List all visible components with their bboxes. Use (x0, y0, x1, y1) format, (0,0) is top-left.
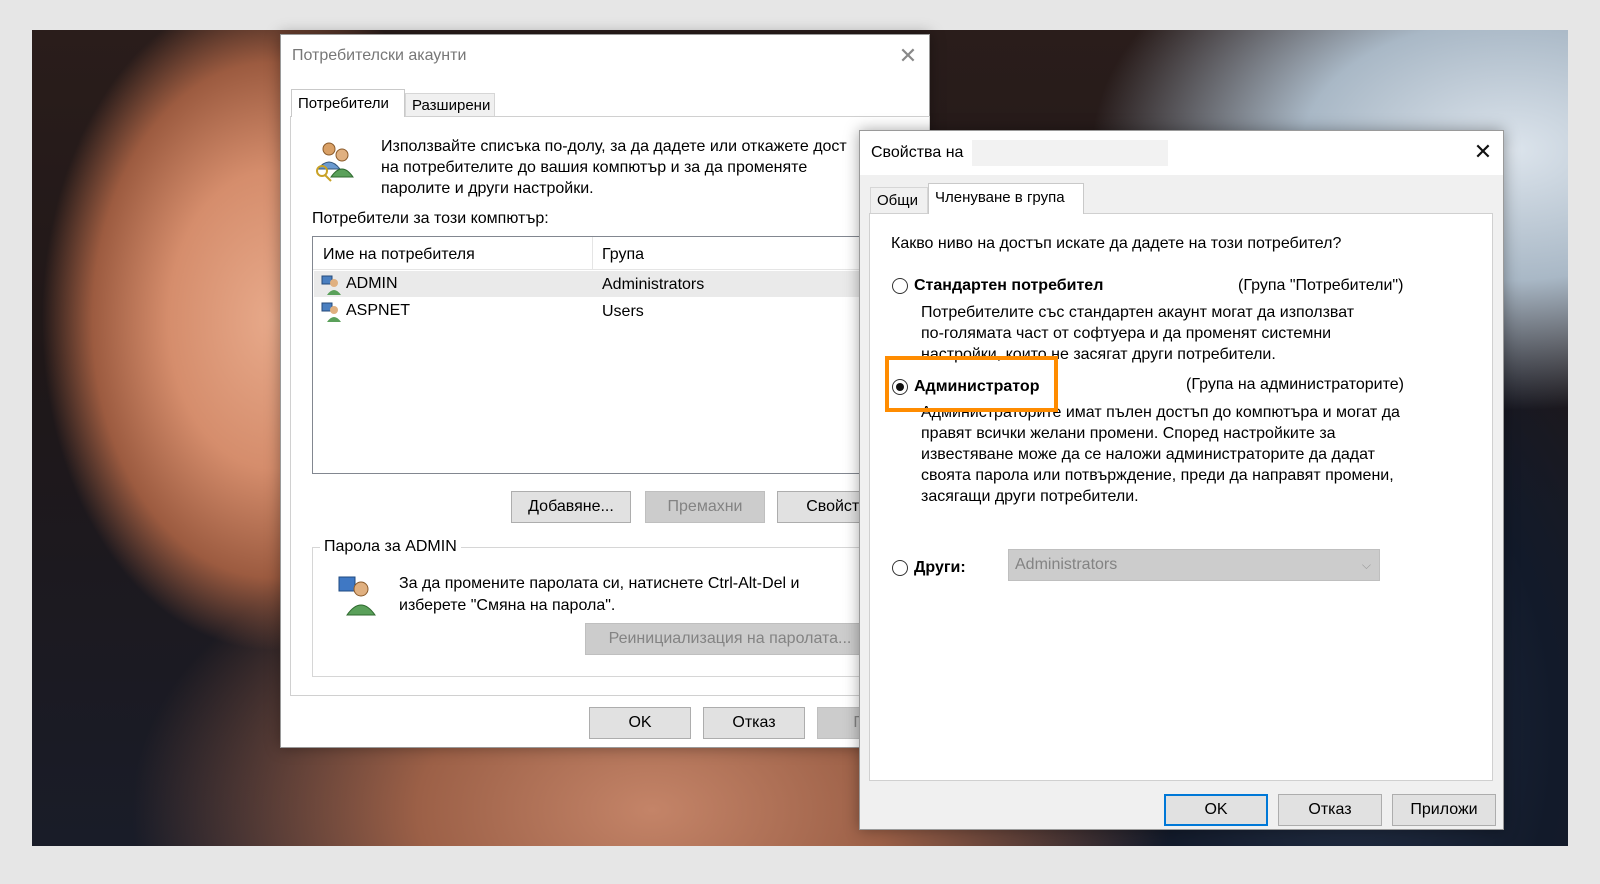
remove-user-button[interactable]: Премахни (645, 491, 765, 523)
column-header-group[interactable]: Група (602, 246, 644, 264)
cell-username: ASPNET (346, 302, 411, 319)
close-icon[interactable]: ✕ (893, 41, 923, 71)
chevron-down-icon: ⌵ (1361, 558, 1371, 572)
ok-button[interactable]: OK (1164, 794, 1268, 826)
window-title: Потребителски акаунти (292, 47, 467, 64)
user-icon (321, 302, 341, 327)
users-tab-panel: Използвайте списъка по-долу, за да дадет… (290, 116, 932, 696)
user-icon (321, 275, 341, 300)
password-group-label: Парола за ADMIN (320, 538, 461, 556)
standard-user-label[interactable]: Стандартен потребител (914, 277, 1103, 295)
users-list[interactable]: Име на потребителя Група ADMIN Administr… (312, 236, 932, 474)
standard-user-group: (Група "Потребители") (1238, 277, 1404, 294)
other-label[interactable]: Други: (914, 559, 966, 577)
reset-password-button[interactable]: Реинициализация на паролата... (585, 623, 875, 655)
administrator-group: (Група на администраторите) (1186, 376, 1404, 393)
password-line-1: За да промените паролата си, натиснете C… (399, 575, 800, 592)
password-line-2: изберете "Смяна на парола". (399, 597, 616, 614)
table-row[interactable]: ADMIN Administrators (314, 271, 930, 297)
tab-advanced[interactable]: Разширени (405, 93, 495, 117)
tab-users[interactable]: Потребители (291, 89, 405, 117)
add-user-button[interactable]: Добавяне... (511, 491, 631, 523)
title-bar: Свойства на ✕ (860, 131, 1503, 175)
column-header-username[interactable]: Име на потребителя (323, 246, 475, 264)
cell-group: Users (602, 303, 644, 320)
other-group-select[interactable]: Administrators ⌵ (1008, 549, 1380, 581)
properties-window: Свойства на ✕ Общи Членуване в група Как… (859, 130, 1504, 830)
close-icon[interactable]: ✕ (1468, 137, 1498, 167)
user-key-icon (335, 573, 379, 617)
admin-desc-line-5: засягащи други потребители. (921, 488, 1139, 505)
administrator-highlight-box (885, 356, 1058, 412)
users-label: Потребители за този компютър: (312, 210, 549, 227)
cancel-button[interactable]: Отказ (1278, 794, 1382, 826)
membership-tab-panel: Какво ниво на достъп искате да дадете на… (869, 213, 1493, 781)
standard-desc-line-1: Потребителите със стандартен акаунт мога… (921, 304, 1355, 321)
cell-username: ADMIN (346, 275, 398, 292)
access-question: Какво ниво на достъп искате да дадете на… (891, 235, 1342, 252)
admin-desc-line-2: правят всички желани промени. Според нас… (921, 425, 1336, 442)
admin-desc-line-4: своята парола или потвърждение, преди да… (921, 467, 1394, 484)
redacted-username (972, 140, 1168, 166)
column-divider (592, 237, 593, 269)
cancel-button[interactable]: Отказ (703, 707, 805, 739)
standard-desc-line-2: по-голямата част от софтуера и да промен… (921, 325, 1332, 342)
tab-general[interactable]: Общи (870, 187, 928, 213)
intro-line-2: на потребителите до вашия компютър и за … (381, 159, 808, 176)
admin-desc-line-3: известяване може да се наложи администра… (921, 446, 1375, 463)
title-bar: Потребителски акаунти ✕ (281, 35, 929, 79)
intro-line-3: паролите и други настройки. (381, 180, 594, 197)
tab-group-membership[interactable]: Членуване в група (928, 183, 1084, 214)
standard-user-radio[interactable] (892, 278, 908, 294)
user-accounts-window: Потребителски акаунти ✕ Потребители Разш… (280, 34, 932, 748)
table-row[interactable]: ASPNET Users (314, 299, 930, 325)
list-header: Име на потребителя Група (313, 237, 931, 270)
window-title: Свойства на (871, 144, 964, 161)
other-radio[interactable] (892, 560, 908, 576)
users-icon (313, 139, 357, 183)
apply-button[interactable]: Приложи (1392, 794, 1496, 826)
intro-line-1: Използвайте списъка по-долу, за да дадет… (381, 138, 847, 155)
ok-button[interactable]: OK (589, 707, 691, 739)
cell-group: Administrators (602, 276, 705, 293)
